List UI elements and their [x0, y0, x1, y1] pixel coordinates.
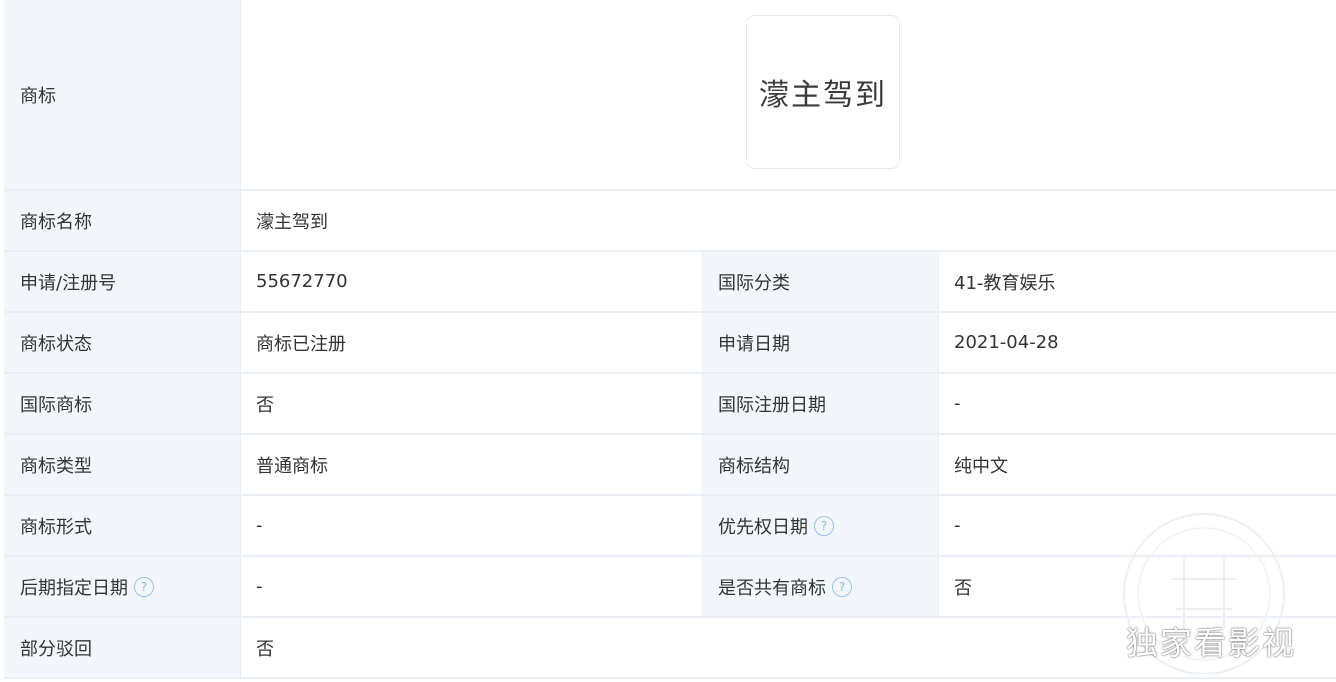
- status-label-cell: 商标状态: [4, 313, 240, 372]
- reg-number-value: 55672770: [256, 271, 348, 292]
- reg-number-label-cell: 申请/注册号: [4, 252, 240, 311]
- row-divider: [4, 677, 1336, 679]
- status-value: 商标已注册: [256, 333, 346, 355]
- apply-date-value: 2021-04-28: [954, 332, 1059, 353]
- shared-trademark-label-cell: 是否共有商标 ?: [702, 557, 938, 616]
- shared-trademark-value: 否: [954, 577, 972, 599]
- structure-value: 纯中文: [954, 455, 1008, 477]
- row-divider: [4, 250, 1336, 252]
- intl-class-value-cell: 41-教育娱乐: [938, 252, 1336, 311]
- partial-rejection-value: 否: [256, 638, 274, 660]
- trademark-name-value-cell: 濛主驾到: [240, 191, 1336, 250]
- watermark-text: 独家看影视: [1126, 624, 1297, 662]
- intl-class-value[interactable]: 41-教育娱乐: [954, 269, 1055, 295]
- intl-reg-date-label: 国际注册日期: [718, 394, 826, 416]
- apply-date-value-cell: 2021-04-28: [938, 313, 1336, 372]
- trademark-image-text: 濛主驾到: [759, 78, 887, 113]
- priority-date-label: 优先权日期: [718, 516, 808, 538]
- later-designation-label-cell: 后期指定日期 ?: [4, 557, 240, 616]
- later-designation-label: 后期指定日期: [20, 577, 128, 599]
- intl-trademark-label-cell: 国际商标: [4, 374, 240, 433]
- reg-number-label: 申请/注册号: [20, 272, 117, 294]
- form-value-cell: -: [240, 496, 702, 555]
- trademark-image[interactable]: 濛主驾到: [746, 15, 900, 169]
- row-divider: [4, 189, 1336, 191]
- trademark-name-value: 濛主驾到: [256, 211, 328, 233]
- apply-date-label: 申请日期: [718, 333, 790, 355]
- form-value: -: [256, 515, 263, 536]
- later-designation-value-cell: -: [240, 557, 702, 616]
- structure-label: 商标结构: [718, 455, 790, 477]
- row-divider: [4, 372, 1336, 374]
- help-icon[interactable]: ?: [134, 576, 154, 597]
- column-divider: [702, 250, 703, 618]
- intl-class-label-cell: 国际分类: [702, 252, 938, 311]
- type-value-cell: 普通商标: [240, 435, 702, 494]
- status-value-cell: 商标已注册: [240, 313, 702, 372]
- shared-trademark-label: 是否共有商标: [718, 577, 826, 599]
- reg-number-value-cell: 55672770: [240, 252, 702, 311]
- form-label: 商标形式: [20, 516, 92, 538]
- intl-trademark-value: 否: [256, 394, 274, 416]
- intl-trademark-value-cell: 否: [240, 374, 702, 433]
- priority-date-value: -: [954, 515, 961, 536]
- intl-reg-date-value-cell: -: [938, 374, 1336, 433]
- type-label: 商标类型: [20, 455, 92, 477]
- intl-reg-date-label-cell: 国际注册日期: [702, 374, 938, 433]
- column-divider: [240, 0, 241, 679]
- intl-class-label: 国际分类: [718, 272, 790, 294]
- status-label: 商标状态: [20, 333, 92, 355]
- intl-trademark-label: 国际商标: [20, 394, 92, 416]
- trademark-name-label: 商标名称: [20, 211, 92, 233]
- type-label-cell: 商标类型: [4, 435, 240, 494]
- form-label-cell: 商标形式: [4, 496, 240, 555]
- apply-date-label-cell: 申请日期: [702, 313, 938, 372]
- help-icon[interactable]: ?: [814, 515, 834, 536]
- trademark-name-label-cell: 商标名称: [4, 191, 240, 250]
- column-divider: [938, 250, 939, 618]
- type-value: 普通商标: [256, 455, 328, 477]
- row-divider: [4, 311, 1336, 313]
- later-designation-value: -: [256, 576, 263, 597]
- row-divider: [4, 433, 1336, 435]
- intl-reg-date-value: -: [954, 393, 961, 414]
- structure-label-cell: 商标结构: [702, 435, 938, 494]
- trademark-label: 商标: [20, 85, 56, 107]
- trademark-label-cell: 商标: [4, 0, 240, 189]
- priority-date-label-cell: 优先权日期 ?: [702, 496, 938, 555]
- help-icon[interactable]: ?: [832, 576, 852, 597]
- partial-rejection-label-cell: 部分驳回: [4, 618, 240, 677]
- partial-rejection-label: 部分驳回: [20, 638, 92, 660]
